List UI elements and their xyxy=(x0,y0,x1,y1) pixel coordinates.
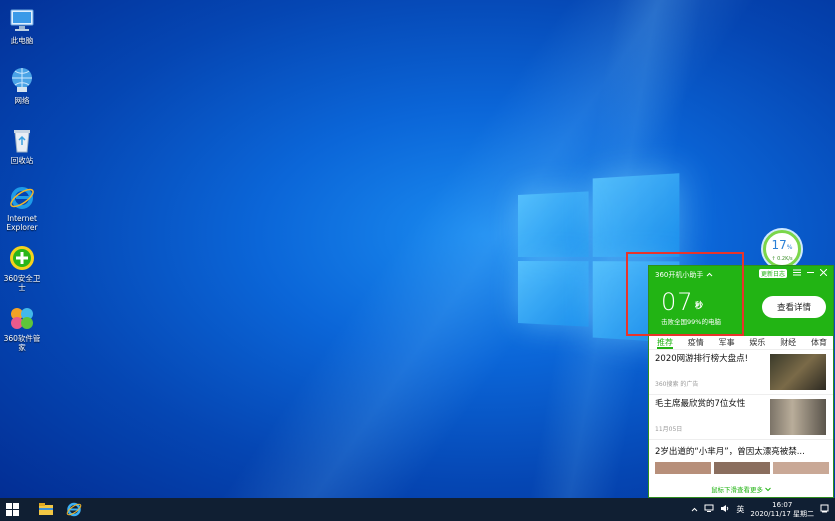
desktop-icon-internet-explorer[interactable]: Internet Explorer xyxy=(0,184,44,232)
ie-icon xyxy=(66,502,82,517)
news-thumbnail xyxy=(655,462,711,474)
360-software-icon xyxy=(8,304,36,332)
desktop-icon-360-software-manager[interactable]: 360软件管家 xyxy=(0,304,44,352)
notification-icon[interactable] xyxy=(820,504,829,515)
minimize-icon[interactable] xyxy=(807,269,814,278)
boot-assistant-popup: 360开机小助手 更新日志 07 秒 击败全国99%的电脑 查看详情 推荐 疫情… xyxy=(648,265,834,498)
clock-date: 2020/11/17 星期二 xyxy=(750,509,814,518)
changelog-badge[interactable]: 更新日志 xyxy=(758,269,787,278)
gauge-speed: ↑ 0.2K/s xyxy=(771,256,793,262)
popup-header: 360开机小助手 更新日志 07 秒 击败全国99%的电脑 查看详情 xyxy=(649,266,833,336)
tab-recommend[interactable]: 推荐 xyxy=(657,336,673,349)
desktop-icon-label: Internet Explorer xyxy=(6,214,38,232)
boot-time-unit: 秒 xyxy=(695,301,703,310)
desktop-icon-label: 360安全卫士 xyxy=(3,274,41,292)
scroll-more-text: 鼠标下滑查看更多 xyxy=(710,486,763,494)
desktop-icon-recycle-bin[interactable]: 回收站 xyxy=(0,126,44,165)
tab-sports[interactable]: 体育 xyxy=(811,336,827,349)
close-icon[interactable] xyxy=(819,268,828,278)
boot-time-value: 07 xyxy=(661,288,694,316)
beat-percentage-text: 击败全国99%的电脑 xyxy=(661,318,721,326)
ime-indicator[interactable]: 英 xyxy=(736,504,744,515)
360-safe-icon xyxy=(8,244,36,272)
news-title: 毛主席最欣赏的7位女性 xyxy=(655,399,746,409)
start-button[interactable] xyxy=(6,503,19,516)
news-thumbnail xyxy=(770,399,826,435)
news-title: 2岁出道的“小芈月”，曾因太漂亮被禁... xyxy=(655,447,805,457)
desktop-icon-label: 360软件管家 xyxy=(3,334,41,352)
clock-time: 16:07 xyxy=(772,500,793,509)
file-explorer-taskbar-button[interactable] xyxy=(32,498,60,521)
news-meta: 360搜索 的广告 xyxy=(655,381,699,388)
tab-entertainment[interactable]: 娱乐 xyxy=(749,336,765,349)
ie-icon xyxy=(8,184,36,212)
desktop-icon-label: 网络 xyxy=(14,96,30,105)
network-speed-gauge[interactable]: 17% ↑ 0.2K/s xyxy=(763,230,801,268)
chevron-up-icon[interactable] xyxy=(691,505,698,514)
folder-icon xyxy=(39,503,53,515)
scroll-more-hint[interactable]: 鼠标下滑查看更多 xyxy=(649,484,833,494)
volume-icon[interactable] xyxy=(720,504,730,515)
desktop-icon-label: 此电脑 xyxy=(10,36,34,45)
network-icon xyxy=(8,66,36,94)
chevron-down-icon xyxy=(765,486,771,494)
tab-military[interactable]: 军事 xyxy=(719,336,735,349)
news-title: 2020网游排行榜大盘点! xyxy=(655,354,749,364)
taskbar: 英 16:07 2020/11/17 星期二 xyxy=(0,498,835,521)
clock[interactable]: 16:07 2020/11/17 星期二 xyxy=(750,501,814,519)
news-thumbnail xyxy=(773,462,829,474)
view-details-button[interactable]: 查看详情 xyxy=(762,296,826,318)
desktop-icon-network[interactable]: 网络 xyxy=(0,66,44,105)
gauge-percent: 17% xyxy=(771,238,793,252)
internet-explorer-taskbar-button[interactable] xyxy=(60,498,88,521)
news-item[interactable]: 2岁出道的“小芈月”，曾因太漂亮被禁... xyxy=(649,440,833,484)
tab-finance[interactable]: 财经 xyxy=(780,336,796,349)
computer-icon xyxy=(8,6,36,34)
news-item[interactable]: 2020网游排行榜大盘点! 360搜索 的广告 xyxy=(649,350,833,395)
menu-icon[interactable] xyxy=(793,269,801,278)
desktop-icon-360-safe[interactable]: 360安全卫士 xyxy=(0,244,44,292)
popup-title[interactable]: 360开机小助手 xyxy=(655,270,713,280)
system-tray: 英 16:07 2020/11/17 星期二 xyxy=(691,498,829,521)
tab-epidemic[interactable]: 疫情 xyxy=(688,336,704,349)
desktop-icon-label: 回收站 xyxy=(10,156,34,165)
network-tray-icon[interactable] xyxy=(704,504,714,515)
desktop-icon-this-pc[interactable]: 此电脑 xyxy=(0,6,44,45)
news-meta: 11月05日 xyxy=(655,426,683,433)
recycle-bin-icon xyxy=(8,126,36,154)
popup-title-text: 360开机小助手 xyxy=(655,271,704,279)
chevron-up-icon[interactable] xyxy=(706,271,713,279)
news-item[interactable]: 毛主席最欣赏的7位女性 11月05日 xyxy=(649,395,833,440)
news-tabs: 推荐 疫情 军事 娱乐 财经 体育 xyxy=(649,336,833,350)
popup-controls: 更新日志 xyxy=(758,268,828,278)
news-thumbnail xyxy=(770,354,826,390)
news-thumbnail xyxy=(714,462,770,474)
